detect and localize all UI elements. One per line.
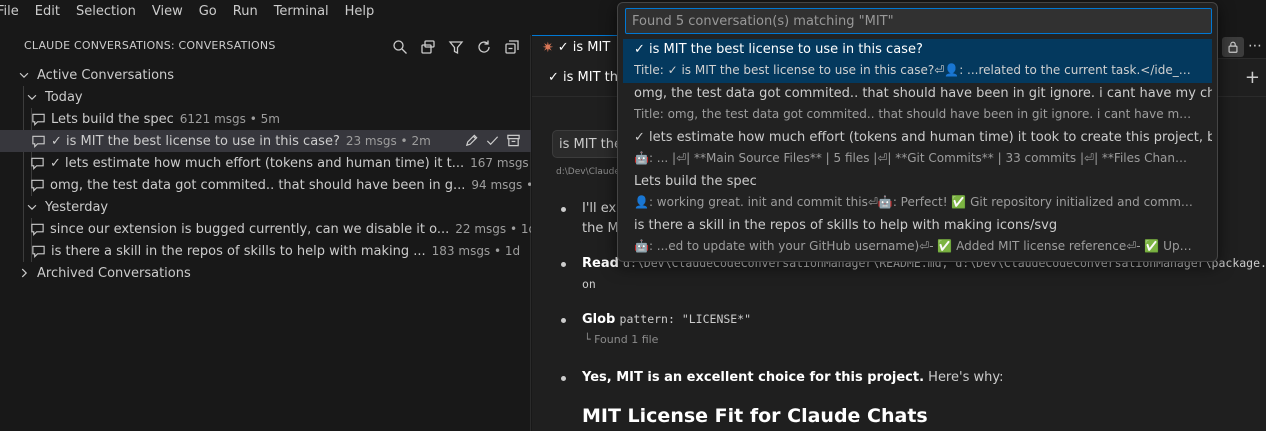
quick-pick-title: ✓ lets estimate how much effort (tokens … — [634, 130, 1212, 145]
quick-pick-item[interactable]: Lets build the spec 👤: working great. in… — [623, 171, 1212, 215]
quick-pick-description: Title: ✓ is MIT the best license to use … — [634, 63, 1194, 77]
conversation-item-selected[interactable]: ✓ is MIT the best license to use in this… — [0, 130, 531, 152]
quick-pick-description: 👤: working great. init and commit this⏎🤖… — [634, 195, 1194, 209]
assistant-text-b: the M — [582, 221, 619, 236]
answer-rest: Here's why: — [924, 370, 1004, 385]
conversation-meta: 183 msgs • 1d — [431, 244, 521, 258]
tool-call-glob: Glob pattern: "LICENSE*" — [582, 312, 751, 327]
editor-tab[interactable]: ✷ ✓ is MIT — [532, 35, 618, 59]
menu-go[interactable]: Go — [191, 0, 225, 24]
response-heading: MIT License Fit for Claude Chats — [582, 405, 928, 427]
bullet-dot — [561, 207, 566, 212]
sidebar-actions — [389, 36, 523, 58]
quick-pick-title: Lets build the spec — [634, 174, 757, 189]
chevron-down-icon — [16, 67, 32, 83]
conversation-title: ✓ lets estimate how much effort (tokens … — [50, 155, 465, 171]
quick-pick-description: 🤖: ...ed to update with your GitHub user… — [634, 239, 1194, 253]
panel-title: ✓ is MIT the — [548, 70, 626, 85]
conversation-item[interactable]: is there a skill in the repos of skills … — [0, 240, 531, 262]
conversation-meta: 94 msgs • 12h — [471, 178, 531, 192]
group-archived-conversations[interactable]: Archived Conversations — [0, 262, 531, 284]
conversation-item[interactable]: omg, the test data got commited.. that s… — [0, 174, 531, 196]
conversation-title: Lets build the spec — [51, 111, 174, 127]
sidebar-title: CLAUDE CONVERSATIONS: CONVERSATIONS — [24, 39, 276, 52]
conversation-item[interactable]: since our extension is bugged currently,… — [0, 218, 531, 240]
menu-edit[interactable]: Edit — [27, 0, 68, 24]
bullet-dot — [561, 376, 566, 381]
chevron-right-icon — [16, 265, 32, 281]
tool-result: └ Found 1 file — [584, 333, 659, 346]
group-label: Archived Conversations — [37, 265, 191, 281]
conversation-title: is there a skill in the repos of skills … — [51, 243, 426, 259]
quick-pick-item[interactable]: ✓ lets estimate how much effort (tokens … — [623, 127, 1212, 171]
menu-view[interactable]: View — [144, 0, 191, 24]
menu-terminal[interactable]: Terminal — [266, 0, 337, 24]
filter-list-icon[interactable] — [417, 36, 439, 58]
group-label: Yesterday — [45, 199, 109, 215]
quick-pick-title: ✓ is MIT the best license to use in this… — [634, 42, 923, 57]
lock-icon[interactable] — [1222, 37, 1244, 57]
edit-icon[interactable] — [464, 133, 479, 152]
user-message-path: d:\Dev\Claude — [556, 167, 620, 177]
conversation-meta: 22 msgs • 1d — [455, 222, 531, 236]
row-actions — [464, 133, 521, 152]
tool-name: Read — [582, 256, 619, 271]
menu-file[interactable]: File — [0, 0, 27, 24]
group-today[interactable]: Today — [0, 86, 531, 108]
group-active-conversations[interactable]: Active Conversations — [0, 64, 531, 86]
check-icon[interactable] — [485, 133, 500, 152]
conversation-item[interactable]: ✓ lets estimate how much effort (tokens … — [0, 152, 531, 174]
quick-pick-title: is there a skill in the repos of skills … — [634, 218, 1058, 233]
quick-pick-description: Title: omg, the test data got commited..… — [634, 107, 1194, 121]
archive-icon[interactable] — [506, 133, 521, 152]
quick-pick-item-selected[interactable]: ✓ is MIT the best license to use in this… — [623, 39, 1212, 83]
new-chat-icon[interactable]: + — [1245, 67, 1260, 88]
filter-icon[interactable] — [445, 36, 467, 58]
tab-label: ✓ is MIT — [557, 40, 611, 55]
assistant-line: the M — [582, 221, 619, 236]
chat-icon — [30, 243, 46, 259]
conversation-meta: 167 msgs • 52m — [470, 156, 531, 170]
chat-icon — [30, 221, 45, 237]
quick-pick-item[interactable]: is there a skill in the repos of skills … — [623, 215, 1212, 259]
tool-name: Glob — [582, 312, 616, 327]
quick-pick-item[interactable]: omg, the test data got commited.. that s… — [623, 83, 1212, 127]
conversation-title: since our extension is bugged currently,… — [50, 221, 450, 237]
conversations-sidebar: CLAUDE CONVERSATIONS: CONVERSATIONS Acti… — [0, 35, 531, 431]
search-icon[interactable] — [389, 36, 411, 58]
menu-selection[interactable]: Selection — [68, 0, 144, 24]
group-label: Today — [45, 89, 83, 105]
bullet-dot — [561, 318, 566, 323]
group-label: Active Conversations — [37, 67, 175, 83]
menu-run[interactable]: Run — [225, 0, 266, 24]
bullet-dot — [561, 262, 566, 267]
more-actions-icon[interactable]: ⋯ — [1246, 37, 1264, 57]
conversation-title: omg, the test data got commited.. that s… — [50, 177, 466, 193]
menu-help[interactable]: Help — [337, 0, 383, 24]
chat-icon — [30, 177, 45, 193]
tool-args-cont: on — [582, 277, 596, 291]
answer-bold: Yes, MIT is an excellent choice for this… — [582, 370, 925, 385]
refresh-icon[interactable] — [473, 36, 495, 58]
conversation-meta: 23 msgs • 2m — [345, 134, 431, 148]
conversation-meta: 6121 msgs • 5m — [179, 112, 280, 126]
claude-logo-icon: ✷ — [542, 39, 554, 56]
conversation-title: ✓ is MIT the best license to use in this… — [51, 133, 340, 149]
conversation-item[interactable]: Lets build the spec 6121 msgs • 5m — [0, 108, 531, 130]
search-quick-pick: ✓ is MIT the best license to use in this… — [617, 2, 1218, 262]
chat-icon — [30, 133, 46, 149]
quick-pick-title: omg, the test data got commited.. that s… — [634, 86, 1212, 101]
quick-pick-input[interactable] — [625, 8, 1212, 34]
sidebar-header: CLAUDE CONVERSATIONS: CONVERSATIONS — [0, 35, 531, 59]
chat-icon — [30, 155, 45, 171]
collapse-all-icon[interactable] — [501, 36, 523, 58]
tool-args-continued: on — [582, 277, 596, 292]
chevron-down-icon — [24, 89, 40, 105]
tool-args: pattern: "LICENSE*" — [619, 312, 752, 326]
chevron-down-icon — [24, 199, 40, 215]
assistant-answer: Yes, MIT is an excellent choice for this… — [582, 370, 1003, 385]
group-yesterday[interactable]: Yesterday — [0, 196, 531, 218]
quick-pick-description: 🤖: ... |⏎| **Main Source Files** | 5 fil… — [634, 151, 1194, 165]
chat-icon — [30, 111, 46, 127]
